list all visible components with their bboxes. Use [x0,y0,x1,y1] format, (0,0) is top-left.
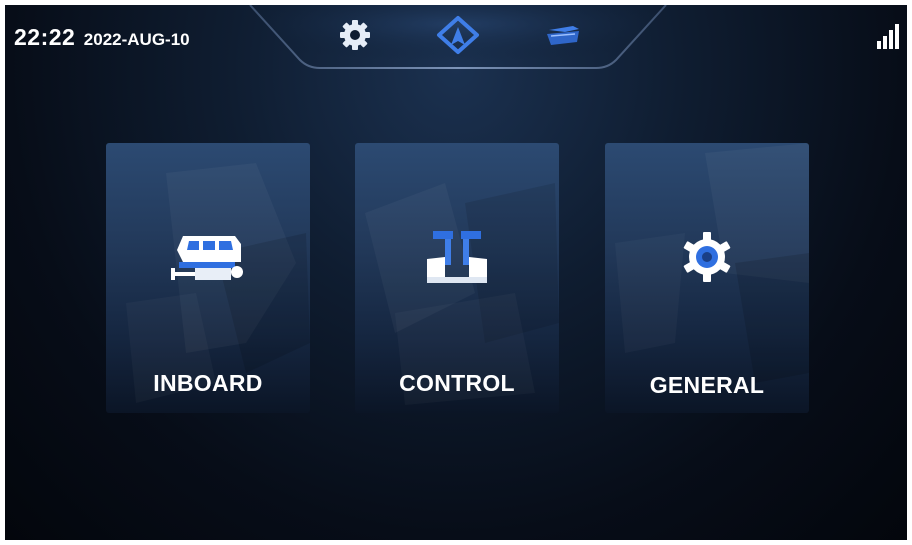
control-icon-wrap [417,225,497,289]
gear-icon [340,20,370,50]
inboard-menu-card[interactable]: INBOARD [106,143,310,413]
settings-nav-button[interactable] [333,15,377,55]
card-label: GENERAL [649,372,765,398]
general-icon-wrap [667,225,747,289]
navigation-nav-button[interactable] [436,15,480,55]
gear-icon [683,232,731,282]
navigation-arrow-icon [437,16,479,54]
general-menu-card[interactable]: GENERAL [605,143,809,413]
top-navigation-bar [248,5,668,71]
throttle-control-icon [427,231,487,283]
card-label: INBOARD [153,370,263,396]
inboard-engine-icon [171,236,243,280]
time-display: 22:22 [14,24,76,50]
main-menu-screen: 22:22 2022-AUG-10 INBOARD CONTROL GENERA… [5,5,907,540]
clock: 22:22 2022-AUG-10 [14,24,190,51]
boat-nav-button[interactable] [541,15,585,55]
inboard-icon-wrap [168,225,248,289]
signal-strength-icon [877,24,899,49]
date-display: 2022-AUG-10 [83,30,190,49]
control-menu-card[interactable]: CONTROL [355,143,559,413]
boat-icon [547,26,579,45]
card-label: CONTROL [399,370,515,396]
